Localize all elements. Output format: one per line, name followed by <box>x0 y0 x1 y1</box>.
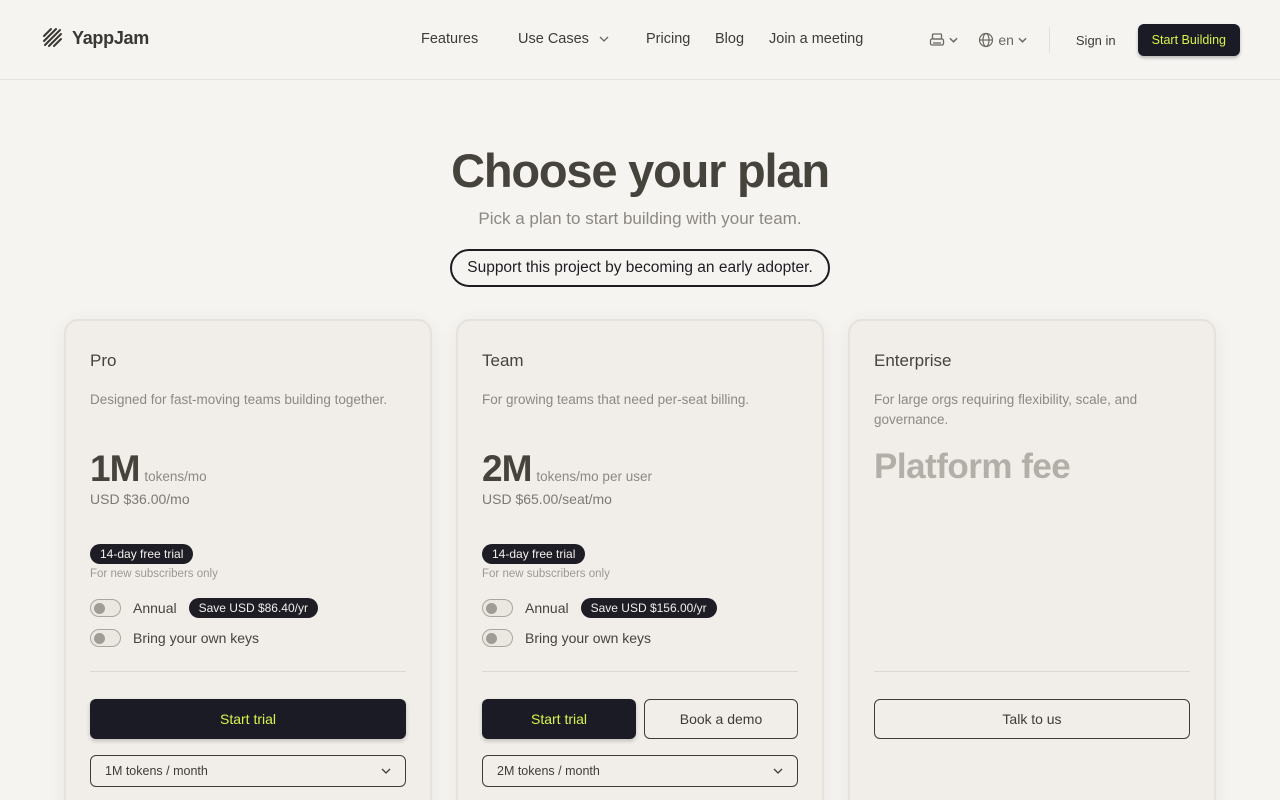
trial-badge: 14-day free trial <box>90 544 194 564</box>
trial-note: For new subscribers only <box>482 568 610 580</box>
plan-amount: 1M <box>90 448 140 489</box>
language-label: en <box>998 32 1014 48</box>
byok-toggle[interactable] <box>90 629 121 647</box>
sign-in-link[interactable]: Sign in <box>1076 33 1116 48</box>
annual-toggle[interactable] <box>90 599 121 617</box>
printer-dropdown[interactable] <box>929 32 958 48</box>
byok-toggle[interactable] <box>482 629 513 647</box>
annual-toggle-row: Annual Save USD $86.40/yr <box>90 598 318 618</box>
token-select[interactable]: 2M tokens / month <box>482 755 798 787</box>
book-demo-button[interactable]: Book a demo <box>644 699 798 739</box>
plan-price: 2M tokens/mo per user <box>482 448 652 490</box>
header-actions: en Sign in Start Building <box>929 24 1240 56</box>
byok-toggle-row: Bring your own keys <box>482 628 651 648</box>
chevron-down-icon <box>1018 37 1027 43</box>
annual-toggle[interactable] <box>482 599 513 617</box>
chevron-down-icon <box>381 768 391 774</box>
brand-logo[interactable]: YappJam <box>42 27 149 49</box>
byok-toggle-row: Bring your own keys <box>90 628 259 648</box>
save-badge: Save USD $156.00/yr <box>580 598 717 618</box>
annual-toggle-row: Annual Save USD $156.00/yr <box>482 598 717 618</box>
printer-icon <box>930 33 945 46</box>
plan-name: Enterprise <box>874 351 952 370</box>
plan-card-pro: Pro Designed for fast-moving teams build… <box>64 319 432 800</box>
nav-pricing[interactable]: Pricing <box>646 31 690 47</box>
page-subtitle: Pick a plan to start building with your … <box>478 209 802 228</box>
language-dropdown[interactable]: en <box>978 32 1027 48</box>
nav-blog[interactable]: Blog <box>715 31 744 47</box>
nav-join-meeting[interactable]: Join a meeting <box>769 31 863 47</box>
plan-name: Pro <box>90 351 117 370</box>
plan-card-enterprise: Enterprise For large orgs requiring flex… <box>848 319 1216 800</box>
byok-label: Bring your own keys <box>133 630 260 646</box>
card-divider <box>482 671 798 672</box>
plan-usd-price: USD $65.00/seat/mo <box>482 491 612 507</box>
chevron-down-icon <box>773 768 783 774</box>
nav-use-cases[interactable]: Use Cases <box>518 31 609 47</box>
early-adopter-pill[interactable]: Support this project by becoming an earl… <box>450 249 830 287</box>
trial-note: For new subscribers only <box>90 568 218 580</box>
globe-icon <box>979 32 994 48</box>
plan-name: Team <box>482 351 524 370</box>
token-select[interactable]: 1M tokens / month <box>90 755 406 787</box>
nav-use-cases-label: Use Cases <box>518 31 589 47</box>
page-title: Choose your plan <box>451 144 830 197</box>
header-divider <box>1048 27 1050 53</box>
plan-description: For large orgs requiring flexibility, sc… <box>874 392 1138 427</box>
annual-label: Annual <box>525 600 569 616</box>
brand-name: YappJam <box>72 27 149 48</box>
chevron-down-icon <box>949 37 958 43</box>
card-divider <box>90 671 406 672</box>
plan-price: 1M tokens/mo <box>90 448 207 490</box>
plan-unit: tokens/mo <box>144 469 207 484</box>
trial-badge: 14-day free trial <box>482 544 586 564</box>
start-trial-button[interactable]: Start trial <box>90 699 406 739</box>
start-trial-button[interactable]: Start trial <box>482 699 636 739</box>
plan-amount: 2M <box>482 448 532 489</box>
token-select-value: 1M tokens / month <box>105 764 208 778</box>
plan-description: Designed for fast-moving teams building … <box>90 392 388 407</box>
start-building-button[interactable]: Start Building <box>1137 24 1240 56</box>
chevron-down-icon <box>599 36 609 43</box>
nav-features[interactable]: Features <box>421 31 478 47</box>
talk-to-us-button[interactable]: Talk to us <box>874 699 1190 739</box>
brand-logo-icon <box>43 28 62 47</box>
save-badge: Save USD $86.40/yr <box>188 598 318 618</box>
byok-label: Bring your own keys <box>525 630 652 646</box>
plan-card-team: Team For growing teams that need per-sea… <box>456 319 824 800</box>
top-header: YappJam Features Use Cases Pricing Blog … <box>0 0 1280 80</box>
token-select-value: 2M tokens / month <box>497 764 600 778</box>
plan-unit: tokens/mo per user <box>536 469 652 484</box>
platform-fee-label: Platform fee <box>874 447 1071 486</box>
plan-usd-price: USD $36.00/mo <box>90 491 190 507</box>
card-divider <box>874 671 1190 672</box>
annual-label: Annual <box>133 600 177 616</box>
plan-description: For growing teams that need per-seat bil… <box>482 392 750 407</box>
